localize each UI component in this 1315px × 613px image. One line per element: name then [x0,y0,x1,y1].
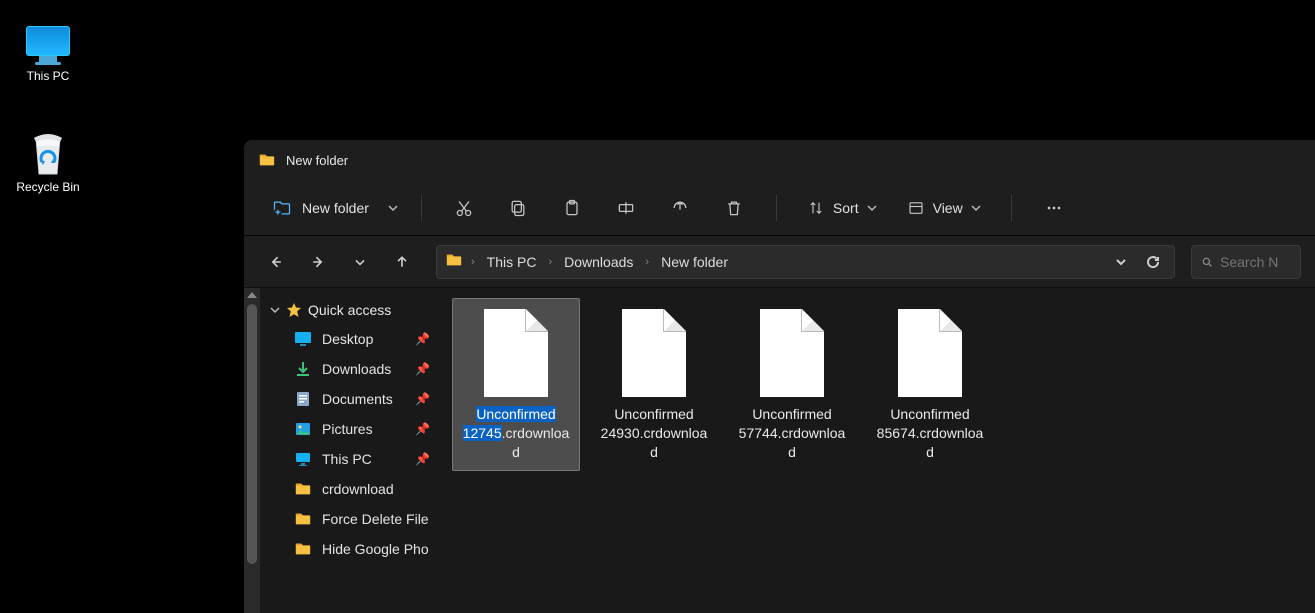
copy-button[interactable] [498,188,538,228]
search-box[interactable] [1191,245,1301,279]
desktop-icon-recycle-bin[interactable]: Recycle Bin [12,128,84,194]
file-item[interactable]: Unconfirmed 57744.crdownload [728,298,856,471]
window-title: New folder [286,153,348,168]
pin-icon: 📌 [415,452,430,466]
recent-button[interactable] [342,244,378,280]
sidebar-item-documents[interactable]: Documents 📌 [260,384,438,414]
desktop-icon-label: Recycle Bin [12,180,84,194]
sidebar-item-label: crdownload [322,481,394,497]
toolbar: New folder Sort View [244,180,1315,236]
chevron-right-icon: › [548,256,552,268]
search-icon [1202,255,1212,269]
pin-icon: 📌 [415,362,430,376]
sidebar-item-pictures[interactable]: Pictures 📌 [260,414,438,444]
file-name: Unconfirmed 12745.crdownload [457,405,575,466]
file-item[interactable]: Unconfirmed 85674.crdownload [866,298,994,471]
document-icon [294,390,312,408]
folder-icon [258,151,276,169]
desktop-icon-label: This PC [12,69,84,83]
sidebar-item-label: Pictures [322,421,373,437]
sort-label: Sort [833,200,859,216]
sidebar-item-hide-google-pho[interactable]: Hide Google Pho [260,534,438,564]
monitor-icon [26,26,70,56]
file-name: Unconfirmed 85674.crdownload [871,405,989,466]
sidebar-item-label: Force Delete File [322,511,429,527]
up-button[interactable] [384,244,420,280]
pin-icon: 📌 [415,332,430,346]
file-explorer-window: New folder New folder Sort View [244,140,1315,613]
file-item[interactable]: Unconfirmed 12745.crdownload [452,298,580,471]
file-icon [622,309,686,397]
sidebar-item-crdownload[interactable]: crdownload [260,474,438,504]
pin-icon: 📌 [415,392,430,406]
sidebar-item-label: Desktop [322,331,373,347]
star-icon [286,302,302,318]
chevron-right-icon: › [471,256,475,268]
download-icon [294,360,312,378]
sidebar: Quick access Desktop📌Downloads📌Documents… [260,288,438,613]
file-icon [484,309,548,397]
chevron-down-icon [270,305,280,315]
nav-row: › This PC › Downloads › New folder [244,236,1315,288]
sidebar-item-desktop[interactable]: Desktop 📌 [260,324,438,354]
file-item[interactable]: Unconfirmed 24930.crdownload [590,298,718,471]
sidebar-item-label: Downloads [322,361,391,377]
desktop-icon [294,330,312,348]
sidebar-item-label: This PC [322,451,372,467]
chevron-down-icon [971,200,981,216]
chevron-down-icon [867,200,877,216]
share-button[interactable] [660,188,700,228]
address-dropdown-button[interactable] [1108,249,1134,275]
breadcrumb-item[interactable]: Downloads [560,252,637,272]
sidebar-scrollbar[interactable] [244,288,260,613]
desktop-icon-this-pc[interactable]: This PC [12,20,84,83]
file-icon [898,309,962,397]
folder-icon [294,510,312,528]
sort-button[interactable]: Sort [799,193,885,223]
scroll-thumb[interactable] [247,304,257,564]
forward-button[interactable] [300,244,336,280]
breadcrumb-item[interactable]: New folder [657,252,732,272]
quick-access-label: Quick access [308,302,391,318]
sidebar-item-downloads[interactable]: Downloads 📌 [260,354,438,384]
paste-button[interactable] [552,188,592,228]
more-button[interactable] [1034,188,1074,228]
new-folder-button[interactable]: New folder [262,192,379,224]
file-name: Unconfirmed 57744.crdownload [733,405,851,466]
folder-icon [294,540,312,558]
scroll-up-icon [247,292,257,298]
delete-button[interactable] [714,188,754,228]
folder-icon [294,480,312,498]
cut-button[interactable] [444,188,484,228]
picture-icon [294,420,312,438]
sidebar-item-this-pc[interactable]: This PC 📌 [260,444,438,474]
new-folder-label: New folder [302,200,369,216]
view-button[interactable]: View [899,193,989,223]
new-dropdown-button[interactable] [381,192,405,224]
breadcrumb-item[interactable]: This PC [483,252,541,272]
file-name: Unconfirmed 24930.crdownload [595,405,713,466]
thispc-icon [294,450,312,468]
sidebar-item-label: Hide Google Pho [322,541,429,557]
file-grid[interactable]: Unconfirmed 12745.crdownload Unconfirmed … [438,288,1315,613]
sidebar-item-force-delete-file[interactable]: Force Delete File [260,504,438,534]
rename-button[interactable] [606,188,646,228]
titlebar[interactable]: New folder [244,140,1315,180]
chevron-right-icon: › [645,256,649,268]
file-icon [760,309,824,397]
recycle-bin-icon [28,130,68,176]
quick-access-header[interactable]: Quick access [260,296,438,324]
pin-icon: 📌 [415,422,430,436]
view-label: View [933,200,963,216]
address-bar[interactable]: › This PC › Downloads › New folder [436,245,1175,279]
folder-icon [445,251,463,272]
back-button[interactable] [258,244,294,280]
search-input[interactable] [1220,254,1290,270]
sidebar-item-label: Documents [322,391,393,407]
refresh-button[interactable] [1140,249,1166,275]
